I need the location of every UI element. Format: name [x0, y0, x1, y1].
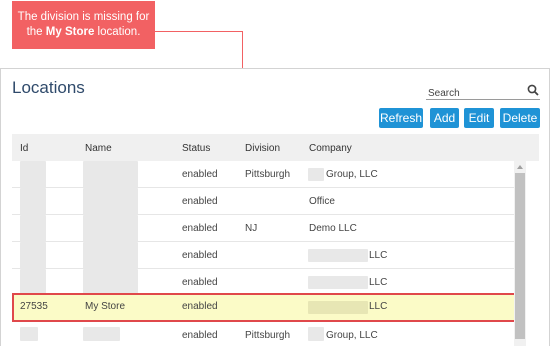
search-icon[interactable] — [527, 84, 539, 96]
redacted-name — [83, 242, 138, 269]
cell-company: Demo LLC — [309, 223, 357, 234]
cell-status: enabled — [182, 250, 218, 261]
callout-text: the — [26, 26, 46, 38]
cell-company: Group, LLC — [326, 169, 378, 180]
column-header-status[interactable]: Status — [182, 143, 210, 154]
refresh-button[interactable]: Refresh — [379, 108, 423, 128]
redacted-company — [308, 327, 324, 341]
scroll-up-arrow-icon[interactable] — [517, 165, 523, 169]
cell-company: LLC — [369, 301, 388, 312]
search-input[interactable] — [426, 85, 522, 102]
scrollbar-thumb[interactable] — [515, 173, 525, 339]
table-row[interactable]: enabled Pittsburgh Group, LLC — [12, 161, 526, 188]
callout-line-1: The division is missing for — [17, 11, 150, 23]
locations-panel: Locations Refresh Add Edit Delete Id Nam… — [0, 68, 550, 346]
redacted-name — [83, 188, 138, 215]
callout-text-end: location. — [94, 26, 141, 38]
annotation-callout: The division is missing for the My Store… — [12, 1, 155, 49]
cell-status: enabled — [182, 330, 218, 341]
cell-division: NJ — [245, 223, 258, 234]
cell-company: LLC — [369, 277, 388, 288]
delete-button[interactable]: Delete — [500, 108, 540, 128]
cell-status: enabled — [182, 277, 218, 288]
column-header-company[interactable]: Company — [309, 143, 352, 154]
callout-connector — [155, 31, 243, 32]
table-row[interactable]: enabled Pittsburgh Group, LLC — [12, 322, 526, 346]
table-row[interactable]: enabled Office — [12, 188, 526, 215]
cell-name: My Store — [85, 301, 126, 312]
table-row[interactable]: enabled LLC — [12, 269, 526, 296]
callout-store-name: My Store — [45, 26, 95, 38]
redacted-id — [20, 188, 46, 215]
redacted-company — [308, 249, 368, 262]
redacted-id — [20, 242, 46, 269]
redacted-id — [20, 327, 38, 341]
cell-company: Group, LLC — [326, 330, 378, 341]
cell-division: Pittsburgh — [245, 169, 291, 180]
cell-company: Office — [309, 196, 335, 207]
cell-status: enabled — [182, 223, 218, 234]
cell-company: LLC — [369, 250, 388, 261]
table-row[interactable]: enabled LLC — [12, 242, 526, 269]
cell-status: enabled — [182, 196, 218, 207]
page-title: Locations — [12, 78, 85, 97]
cell-id: 27535 — [20, 301, 48, 312]
redacted-company — [308, 276, 368, 289]
callout-connector-vertical — [242, 31, 243, 68]
cell-status: enabled — [182, 169, 218, 180]
table-row[interactable]: enabled NJ Demo LLC — [12, 215, 526, 242]
table-header: Id Name Status Division Company — [12, 134, 539, 161]
redacted-id — [20, 269, 46, 296]
redacted-name — [83, 215, 138, 242]
redacted-name — [83, 269, 138, 296]
redacted-name — [83, 161, 138, 188]
callout-line-2: the My Store location. — [12, 25, 155, 40]
redacted-id — [20, 161, 46, 188]
cell-status: enabled — [182, 301, 218, 312]
edit-button[interactable]: Edit — [464, 108, 494, 128]
redacted-company — [308, 168, 324, 181]
add-button[interactable]: Add — [430, 108, 459, 128]
search-field[interactable] — [426, 83, 540, 102]
table-row-selected[interactable]: 27535 My Store enabled LLC — [12, 293, 526, 322]
column-header-id[interactable]: Id — [20, 143, 28, 154]
redacted-company — [308, 301, 368, 314]
redacted-id — [20, 215, 46, 242]
cell-division: Pittsburgh — [245, 330, 291, 341]
redacted-name — [83, 327, 120, 341]
column-header-name[interactable]: Name — [85, 143, 112, 154]
column-header-division[interactable]: Division — [245, 143, 280, 154]
